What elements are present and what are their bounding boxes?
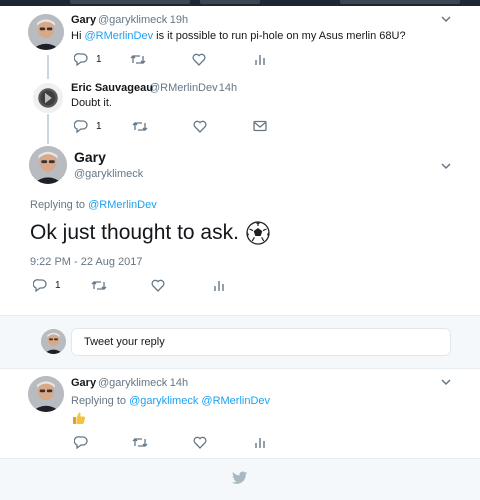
like-icon [193, 120, 207, 133]
reply-button[interactable] [74, 436, 88, 449]
like-icon [192, 53, 206, 66]
tweet-text-part: Hi [71, 30, 82, 42]
reply-count: 1 [96, 54, 102, 65]
author-handle[interactable]: @garyklimeck [98, 377, 167, 389]
retweet-button[interactable] [132, 120, 148, 133]
analytics-icon [255, 55, 265, 65]
retweet-button[interactable] [91, 279, 107, 292]
avatar[interactable] [28, 14, 64, 50]
thread-line [47, 55, 49, 79]
analytics-icon [255, 438, 265, 448]
tweet-text: Hi @RMerlinDev is it possible to run pi-… [71, 30, 406, 42]
like-button[interactable] [193, 436, 207, 449]
analytics-button[interactable] [254, 53, 266, 66]
twitter-bird-icon [232, 471, 248, 484]
replying-prefix: Replying to [30, 199, 86, 211]
reply-count: 1 [96, 121, 102, 132]
author-handle[interactable]: @RMerlinDev [149, 82, 218, 94]
like-button[interactable] [192, 53, 206, 66]
like-icon [151, 279, 165, 292]
reply-icon [74, 120, 88, 133]
tweet-time[interactable]: · 19h [163, 14, 188, 26]
author-name[interactable]: Gary [71, 377, 96, 389]
reply-count: 1 [55, 280, 61, 291]
chevron-down-icon[interactable] [439, 375, 453, 389]
replying-to: Replying to @RMerlinDev [30, 199, 157, 211]
direct-message-icon [253, 120, 267, 132]
analytics-icon [214, 281, 224, 291]
reply-icon [74, 53, 88, 66]
tweet-text: Doubt it. [71, 97, 112, 109]
reply-button[interactable]: 1 [33, 279, 61, 292]
retweet-icon [91, 281, 107, 290]
analytics-button[interactable] [213, 279, 225, 292]
retweet-button[interactable] [132, 436, 148, 449]
avatar [41, 329, 66, 354]
like-button[interactable] [193, 120, 207, 133]
tweet-text-part: is it possible to run pi-hole on my Asus… [156, 30, 406, 42]
mention-link[interactable]: @RMerlinDev [201, 395, 270, 407]
top-strip [0, 0, 480, 6]
avatar[interactable] [28, 376, 64, 412]
reply-input[interactable]: Tweet your reply [71, 328, 451, 356]
reply-button[interactable]: 1 [74, 53, 102, 66]
author-handle[interactable]: @garyklimeck [74, 168, 143, 180]
author-handle[interactable]: @garyklimeck [98, 14, 167, 26]
retweet-icon [130, 55, 146, 64]
like-button[interactable] [151, 279, 165, 292]
reply-icon [74, 436, 88, 449]
thread-line [47, 114, 49, 144]
replying-prefix: Replying to [71, 395, 127, 407]
tweet-text-body: Ok just thought to ask. [30, 221, 239, 244]
analytics-button[interactable] [254, 436, 266, 449]
like-icon [193, 436, 207, 449]
tweet-time[interactable]: · 14h [163, 377, 188, 389]
chevron-down-icon[interactable] [439, 159, 453, 173]
author-name[interactable]: Gary [74, 149, 106, 165]
reply-button[interactable]: 1 [74, 120, 102, 133]
avatar[interactable] [33, 83, 63, 113]
soccer-ball-icon [246, 221, 270, 245]
author-name[interactable]: Eric Sauvageau [71, 82, 153, 94]
tweet-time[interactable]: · 14h [212, 82, 237, 94]
mention-link[interactable]: @RMerlinDev [84, 30, 153, 42]
direct-message-button[interactable] [253, 120, 267, 132]
tweet-text: Ok just thought to ask. [30, 221, 270, 245]
retweet-icon [132, 122, 148, 131]
chevron-down-icon[interactable] [439, 12, 453, 26]
author-name[interactable]: Gary [71, 14, 96, 26]
avatar[interactable] [29, 146, 67, 184]
thumbs-up-icon [73, 412, 86, 424]
reply-icon [33, 279, 47, 292]
retweet-button[interactable] [130, 53, 146, 66]
divider [0, 368, 480, 369]
retweet-icon [132, 438, 148, 447]
mention-link[interactable]: @garyklimeck [129, 395, 198, 407]
mention-link[interactable]: @RMerlinDev [88, 199, 157, 211]
replying-to: Replying to @garyklimeck @RMerlinDev [71, 395, 270, 407]
tweet-timestamp[interactable]: 9:22 PM - 22 Aug 2017 [30, 256, 143, 268]
